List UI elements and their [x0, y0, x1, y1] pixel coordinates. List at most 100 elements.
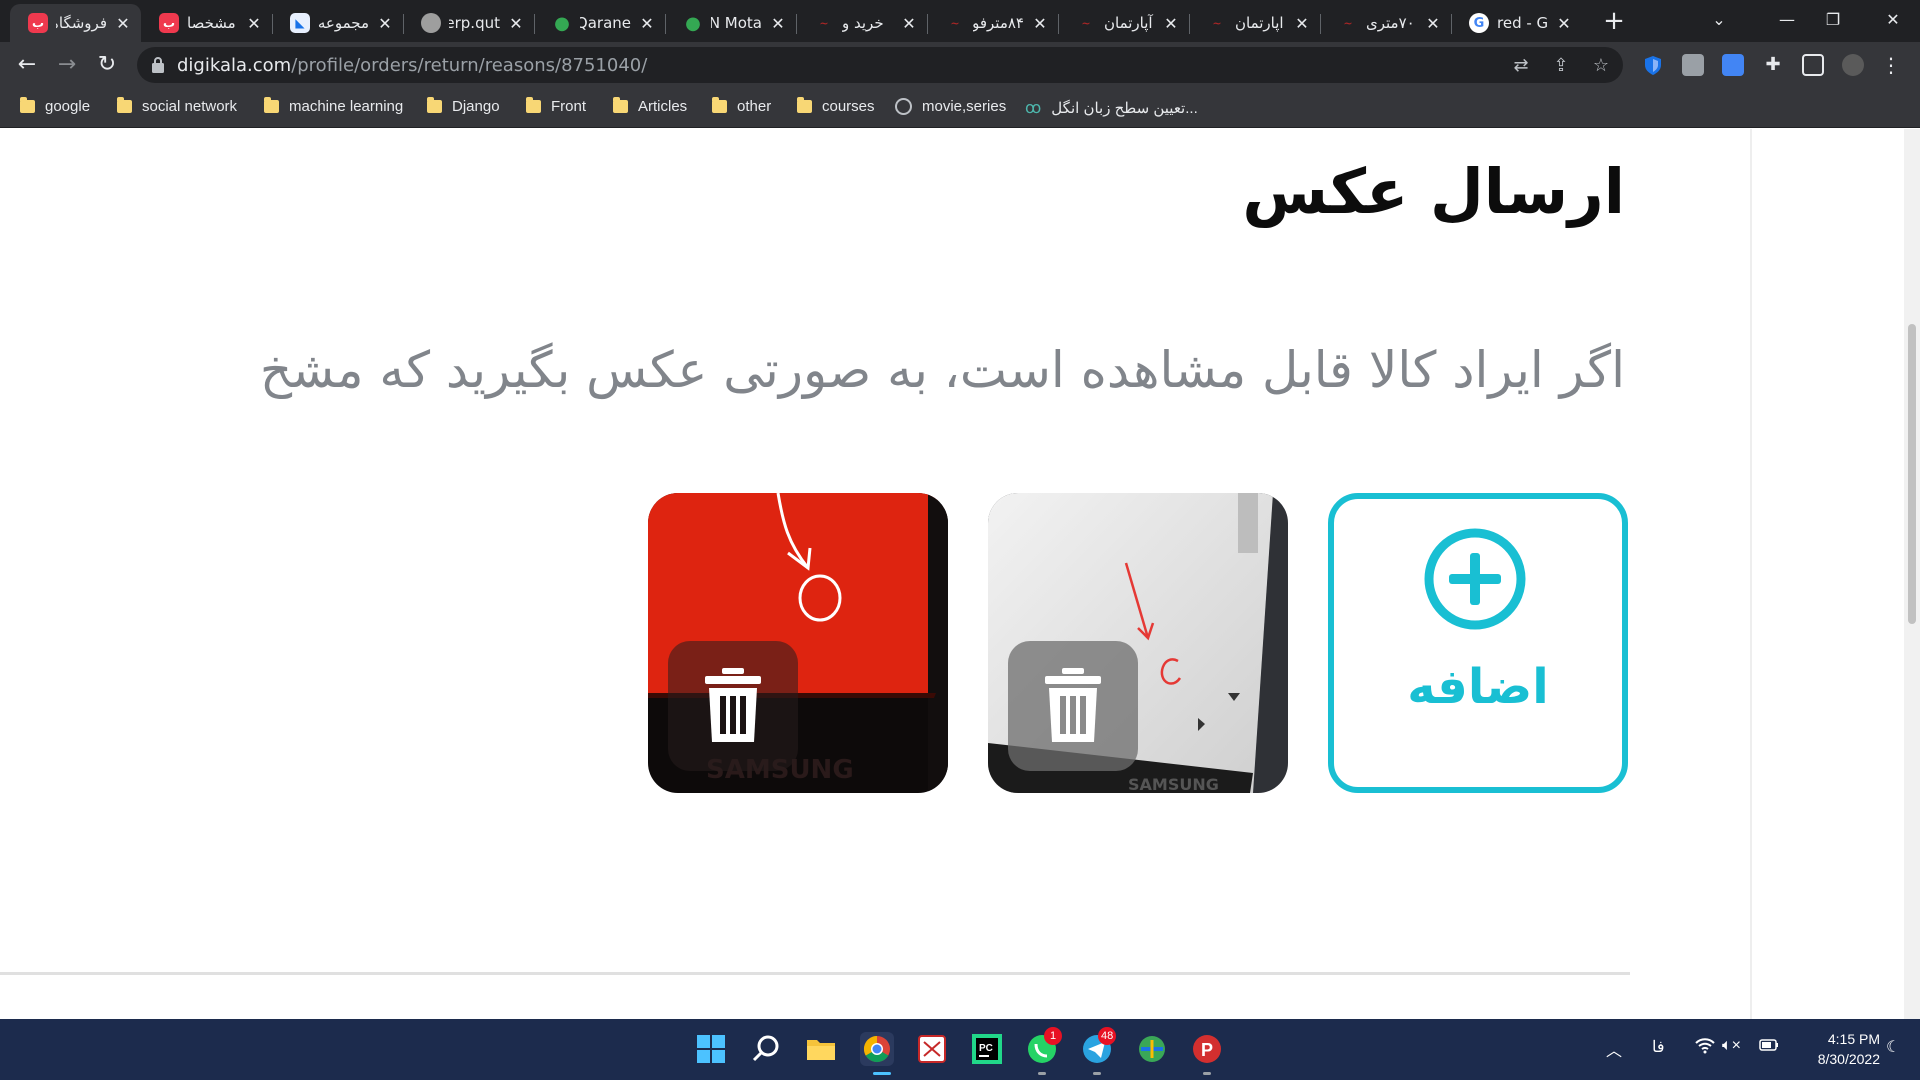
language-indicator[interactable]: فا	[1652, 1037, 1665, 1057]
app-icon[interactable]	[915, 1032, 949, 1066]
close-icon[interactable]: ✕	[115, 14, 131, 33]
close-icon[interactable]: ✕	[1425, 14, 1441, 33]
tab-title: N Mota	[711, 14, 762, 32]
delete-photo-button[interactable]	[668, 641, 798, 771]
close-icon[interactable]: ✕	[1163, 14, 1179, 33]
menu-icon[interactable]: ⋮	[1880, 54, 1902, 76]
trash-icon	[705, 668, 761, 742]
svg-text:PC: PC	[979, 1043, 993, 1054]
delete-photo-button[interactable]	[1008, 641, 1138, 771]
bookmark-link[interactable]: movie,series	[895, 98, 1006, 115]
site-icon: ꝏ	[1025, 100, 1042, 117]
pycharm-icon[interactable]: PC	[970, 1032, 1004, 1066]
bookmark-folder[interactable]: Front	[526, 97, 586, 115]
close-icon[interactable]: ✕	[246, 14, 262, 33]
close-icon[interactable]: ✕	[1556, 14, 1572, 33]
notification-badge: 1	[1044, 1027, 1062, 1045]
divar-icon: ~	[819, 16, 829, 30]
globe-icon	[895, 98, 912, 115]
shield-extension-icon[interactable]	[1642, 54, 1664, 76]
clock-time: 4:15 PM	[1827, 1031, 1880, 1047]
back-button[interactable]: ←	[11, 49, 43, 81]
internet-download-manager-icon[interactable]	[1135, 1032, 1169, 1066]
url-path: /profile/orders/return/reasons/8751040/	[291, 55, 648, 76]
close-icon[interactable]: ✕	[639, 14, 655, 33]
tab-title: آپارتمان	[1104, 14, 1153, 32]
bookmark-folder[interactable]: machine learning	[264, 97, 403, 115]
bookmark-label: Django	[452, 98, 500, 115]
bookmark-folder[interactable]: google	[20, 97, 90, 115]
extension-icon[interactable]	[1682, 54, 1704, 76]
uploaded-photo: SAMSUNG	[988, 493, 1288, 793]
taskbar: PC 1 48 P ︿ فا 🔈︎× 4:15 PM 8/30/2022 ☾	[0, 1019, 1920, 1080]
close-icon[interactable]: ✕	[1294, 14, 1310, 33]
bookmark-link[interactable]: ꝏ تعیین سطح زبان انگل...	[1025, 98, 1198, 118]
forward-button[interactable]: →	[51, 49, 83, 81]
browser-tab[interactable]: ~ ۸۴مترفو ✕	[927, 4, 1059, 42]
address-bar[interactable]: digikala.com/profile/orders/return/reaso…	[137, 47, 1623, 83]
tab-title: خرید و	[842, 14, 884, 32]
puzzle-extensions-icon[interactable]: ✚	[1762, 54, 1784, 76]
battery-icon[interactable]	[1757, 1037, 1779, 1058]
scrollbar-thumb[interactable]	[1908, 324, 1916, 624]
reload-button[interactable]: ↻	[91, 49, 123, 81]
avatar[interactable]	[1842, 54, 1864, 76]
psiphon-icon[interactable]: P	[1190, 1032, 1224, 1066]
bookmark-folder[interactable]: Django	[427, 97, 500, 115]
folder-icon	[797, 97, 812, 113]
close-icon[interactable]: ✕	[508, 14, 524, 33]
chevron-up-icon[interactable]: ︿	[1606, 1037, 1622, 1061]
brand-text: SAMSUNG	[1128, 775, 1219, 793]
add-photo-button[interactable]: اضافه	[1328, 493, 1628, 793]
browser-toolbar: ← → ↻ digikala.com/profile/orders/return…	[0, 42, 1920, 88]
search-icon[interactable]	[749, 1032, 783, 1066]
bookmark-folder[interactable]: courses	[797, 97, 875, 115]
close-icon[interactable]: ✕	[901, 14, 917, 33]
bookmark-folder[interactable]: social network	[117, 97, 238, 115]
translate-icon[interactable]: ⇄	[1510, 55, 1532, 77]
browser-tab[interactable]: ب فروشگاه ✕	[10, 4, 141, 42]
bookmark-label: Articles	[638, 98, 688, 115]
close-icon[interactable]: ✕	[770, 14, 786, 33]
bookmark-label: social network	[142, 98, 238, 115]
active-indicator	[873, 1072, 891, 1075]
close-icon[interactable]: ✕	[377, 14, 393, 33]
tab-title: ۷۰متری	[1366, 14, 1415, 32]
browser-tab[interactable]: ◣ مجموعه ✕	[272, 4, 404, 42]
wifi-icon[interactable]	[1695, 1037, 1715, 1060]
browser-tab[interactable]: ~ خرید و ✕	[796, 4, 928, 42]
browser-tab[interactable]: ● Qarane ✕	[534, 4, 666, 42]
digikala-icon: ب	[28, 13, 48, 33]
browser-tab[interactable]: ~ آپارتمان ✕	[1058, 4, 1190, 42]
browser-tab[interactable]: ● N Mota ✕	[665, 4, 797, 42]
google-translate-extension-icon[interactable]	[1722, 54, 1744, 76]
bookmark-folder[interactable]: other	[712, 97, 771, 115]
tab-search-button[interactable]: ⌄	[1696, 4, 1742, 36]
clock[interactable]: 4:15 PM 8/30/2022	[1790, 1029, 1880, 1069]
browser-tab[interactable]: ~ اپارتمان ✕	[1189, 4, 1321, 42]
notifications-moon-icon[interactable]: ☾	[1886, 1037, 1900, 1057]
close-window-button[interactable]: ✕	[1870, 4, 1916, 36]
digikala-icon: ب	[159, 13, 179, 33]
browser-tab[interactable]: G red - Go ✕	[1451, 4, 1582, 42]
windows-start-icon[interactable]	[694, 1032, 728, 1066]
new-tab-button[interactable]: +	[1598, 6, 1630, 38]
minimize-button[interactable]: —	[1764, 4, 1810, 36]
file-explorer-icon[interactable]	[804, 1032, 838, 1066]
maps-pin-icon: ●	[685, 12, 701, 34]
browser-tab[interactable]: ~ ۷۰متری ✕	[1320, 4, 1452, 42]
bookmark-folder[interactable]: Articles	[613, 97, 688, 115]
speaker-muted-icon[interactable]: 🔈︎×	[1722, 1037, 1741, 1055]
tab-title: فروشگاه	[56, 14, 107, 32]
restore-button[interactable]: ❐	[1810, 4, 1856, 36]
browser-tab[interactable]: erp.qut. ✕	[403, 4, 535, 42]
tab-title: Qarane	[580, 14, 631, 32]
maps-pin-icon: ●	[554, 12, 570, 34]
share-icon[interactable]: ⇪	[1550, 55, 1572, 77]
browser-tab[interactable]: ب مشخصا ✕	[141, 4, 273, 42]
circle-logo-icon	[421, 13, 441, 33]
chrome-icon[interactable]	[860, 1032, 894, 1066]
star-icon[interactable]: ☆	[1590, 55, 1612, 77]
side-panel-icon[interactable]	[1802, 54, 1824, 76]
close-icon[interactable]: ✕	[1032, 14, 1048, 33]
